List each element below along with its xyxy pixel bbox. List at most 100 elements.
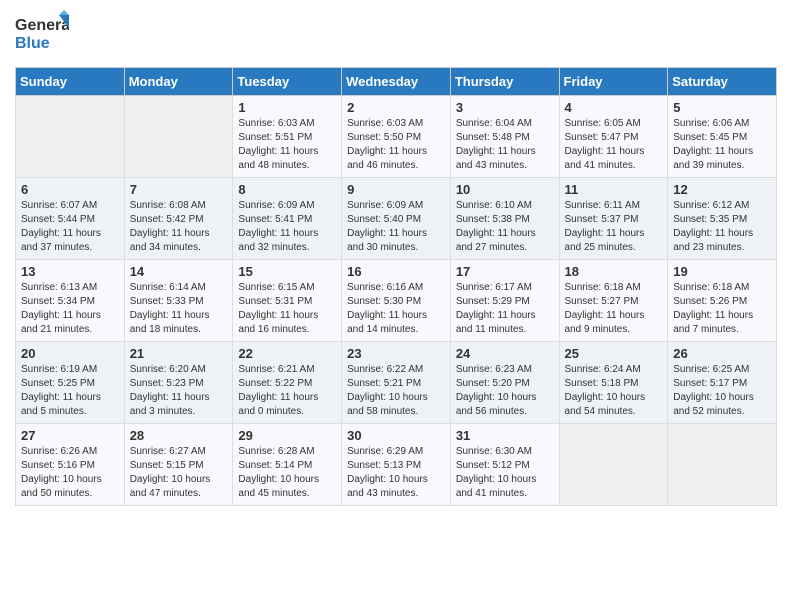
day-info: Sunrise: 6:12 AMSunset: 5:35 PMDaylight:… — [673, 199, 771, 255]
day-info: Sunrise: 6:05 AMSunset: 5:47 PMDaylight:… — [565, 117, 663, 173]
day-cell: 22 Sunrise: 6:21 AMSunset: 5:22 PMDayligh… — [233, 342, 342, 424]
day-number: 14 — [130, 264, 228, 279]
day-number: 26 — [673, 346, 771, 361]
day-info: Sunrise: 6:26 AMSunset: 5:16 PMDaylight:… — [21, 445, 119, 501]
day-info: Sunrise: 6:23 AMSunset: 5:20 PMDaylight:… — [456, 363, 554, 419]
day-number: 25 — [565, 346, 663, 361]
week-row-1: 1 Sunrise: 6:03 AMSunset: 5:51 PMDaylight… — [16, 96, 777, 178]
day-info: Sunrise: 6:11 AMSunset: 5:37 PMDaylight:… — [565, 199, 663, 255]
day-info: Sunrise: 6:15 AMSunset: 5:31 PMDaylight:… — [238, 281, 336, 337]
header: General Blue — [15, 10, 777, 59]
day-info: Sunrise: 6:08 AMSunset: 5:42 PMDaylight:… — [130, 199, 228, 255]
day-number: 11 — [565, 182, 663, 197]
day-number: 13 — [21, 264, 119, 279]
day-number: 21 — [130, 346, 228, 361]
day-number: 2 — [347, 100, 445, 115]
day-cell: 19Sunrise: 6:18 AMSunset: 5:26 PMDayligh… — [668, 260, 777, 342]
day-number: 4 — [565, 100, 663, 115]
day-cell: 29Sunrise: 6:28 AMSunset: 5:14 PMDayligh… — [233, 424, 342, 506]
week-row-5: 27 Sunrise: 6:26 AMSunset: 5:16 PMDayligh… — [16, 424, 777, 506]
header-row: SundayMondayTuesdayWednesdayThursdayFrid… — [16, 68, 777, 96]
day-number: 1 — [238, 100, 336, 115]
day-cell: 9Sunrise: 6:09 AMSunset: 5:40 PMDaylight… — [342, 178, 451, 260]
day-cell: 24 Sunrise: 6:23 AMSunset: 5:20 PMDayligh… — [450, 342, 559, 424]
day-info: Sunrise: 6:25 AMSunset: 5:17 PMDaylight:… — [673, 363, 771, 419]
page: General Blue SundayMondayTuesdayWednesda… — [0, 0, 792, 521]
week-row-2: 6 Sunrise: 6:07 AMSunset: 5:44 PMDaylight… — [16, 178, 777, 260]
day-number: 7 — [130, 182, 228, 197]
day-number: 16 — [347, 264, 445, 279]
column-header-monday: Monday — [124, 68, 233, 96]
day-info: Sunrise: 6:19 AMSunset: 5:25 PMDaylight:… — [21, 363, 119, 419]
column-header-sunday: Sunday — [16, 68, 125, 96]
day-number: 27 — [21, 428, 119, 443]
day-number: 6 — [21, 182, 119, 197]
day-cell: 14 Sunrise: 6:14 AMSunset: 5:33 PMDayligh… — [124, 260, 233, 342]
column-header-thursday: Thursday — [450, 68, 559, 96]
day-cell: 25 Sunrise: 6:24 AMSunset: 5:18 PMDayligh… — [559, 342, 668, 424]
day-number: 24 — [456, 346, 554, 361]
day-info: Sunrise: 6:14 AMSunset: 5:33 PMDaylight:… — [130, 281, 228, 337]
day-info: Sunrise: 6:03 AMSunset: 5:51 PMDaylight:… — [238, 117, 336, 173]
day-info: Sunrise: 6:07 AMSunset: 5:44 PMDaylight:… — [21, 199, 119, 255]
day-number: 5 — [673, 100, 771, 115]
day-number: 15 — [238, 264, 336, 279]
day-cell: 23Sunrise: 6:22 AMSunset: 5:21 PMDayligh… — [342, 342, 451, 424]
day-info: Sunrise: 6:13 AMSunset: 5:34 PMDaylight:… — [21, 281, 119, 337]
day-number: 22 — [238, 346, 336, 361]
day-cell: 2 Sunrise: 6:03 AMSunset: 5:50 PMDaylight… — [342, 96, 451, 178]
day-number: 8 — [238, 182, 336, 197]
week-row-3: 13 Sunrise: 6:13 AMSunset: 5:34 PMDayligh… — [16, 260, 777, 342]
day-number: 10 — [456, 182, 554, 197]
day-cell: 5 Sunrise: 6:06 AMSunset: 5:45 PMDaylight… — [668, 96, 777, 178]
day-number: 12 — [673, 182, 771, 197]
day-cell: 31 Sunrise: 6:30 AMSunset: 5:12 PMDayligh… — [450, 424, 559, 506]
day-number: 30 — [347, 428, 445, 443]
day-cell: 18Sunrise: 6:18 AMSunset: 5:27 PMDayligh… — [559, 260, 668, 342]
calendar-table: SundayMondayTuesdayWednesdayThursdayFrid… — [15, 67, 777, 506]
day-info: Sunrise: 6:29 AMSunset: 5:13 PMDaylight:… — [347, 445, 445, 501]
day-cell — [668, 424, 777, 506]
day-info: Sunrise: 6:10 AMSunset: 5:38 PMDaylight:… — [456, 199, 554, 255]
day-cell: 3Sunrise: 6:04 AMSunset: 5:48 PMDaylight… — [450, 96, 559, 178]
logo: General Blue — [15, 10, 69, 59]
day-cell: 13 Sunrise: 6:13 AMSunset: 5:34 PMDayligh… — [16, 260, 125, 342]
column-header-tuesday: Tuesday — [233, 68, 342, 96]
day-cell: 20 Sunrise: 6:19 AMSunset: 5:25 PMDayligh… — [16, 342, 125, 424]
day-info: Sunrise: 6:24 AMSunset: 5:18 PMDaylight:… — [565, 363, 663, 419]
day-cell — [124, 96, 233, 178]
day-number: 28 — [130, 428, 228, 443]
day-info: Sunrise: 6:21 AMSunset: 5:22 PMDaylight:… — [238, 363, 336, 419]
day-cell: 7 Sunrise: 6:08 AMSunset: 5:42 PMDaylight… — [124, 178, 233, 260]
day-number: 31 — [456, 428, 554, 443]
column-header-friday: Friday — [559, 68, 668, 96]
day-info: Sunrise: 6:16 AMSunset: 5:30 PMDaylight:… — [347, 281, 445, 337]
day-info: Sunrise: 6:03 AMSunset: 5:50 PMDaylight:… — [347, 117, 445, 173]
day-cell: 17Sunrise: 6:17 AMSunset: 5:29 PMDayligh… — [450, 260, 559, 342]
day-info: Sunrise: 6:22 AMSunset: 5:21 PMDaylight:… — [347, 363, 445, 419]
day-number: 9 — [347, 182, 445, 197]
logo-icon: General Blue — [15, 10, 69, 54]
svg-text:General: General — [15, 17, 69, 34]
day-cell: 8 Sunrise: 6:09 AMSunset: 5:41 PMDaylight… — [233, 178, 342, 260]
day-info: Sunrise: 6:06 AMSunset: 5:45 PMDaylight:… — [673, 117, 771, 173]
day-cell: 28Sunrise: 6:27 AMSunset: 5:15 PMDayligh… — [124, 424, 233, 506]
day-number: 19 — [673, 264, 771, 279]
day-info: Sunrise: 6:09 AMSunset: 5:41 PMDaylight:… — [238, 199, 336, 255]
day-info: Sunrise: 6:20 AMSunset: 5:23 PMDaylight:… — [130, 363, 228, 419]
day-number: 29 — [238, 428, 336, 443]
column-header-wednesday: Wednesday — [342, 68, 451, 96]
svg-text:Blue: Blue — [15, 35, 50, 52]
day-cell: 11 Sunrise: 6:11 AMSunset: 5:37 PMDayligh… — [559, 178, 668, 260]
day-cell: 15 Sunrise: 6:15 AMSunset: 5:31 PMDayligh… — [233, 260, 342, 342]
week-row-4: 20 Sunrise: 6:19 AMSunset: 5:25 PMDayligh… — [16, 342, 777, 424]
day-cell: 6 Sunrise: 6:07 AMSunset: 5:44 PMDaylight… — [16, 178, 125, 260]
day-cell: 10 Sunrise: 6:10 AMSunset: 5:38 PMDayligh… — [450, 178, 559, 260]
day-number: 3 — [456, 100, 554, 115]
day-cell: 21 Sunrise: 6:20 AMSunset: 5:23 PMDayligh… — [124, 342, 233, 424]
column-header-saturday: Saturday — [668, 68, 777, 96]
day-number: 20 — [21, 346, 119, 361]
day-info: Sunrise: 6:30 AMSunset: 5:12 PMDaylight:… — [456, 445, 554, 501]
day-number: 17 — [456, 264, 554, 279]
day-cell: 12 Sunrise: 6:12 AMSunset: 5:35 PMDayligh… — [668, 178, 777, 260]
